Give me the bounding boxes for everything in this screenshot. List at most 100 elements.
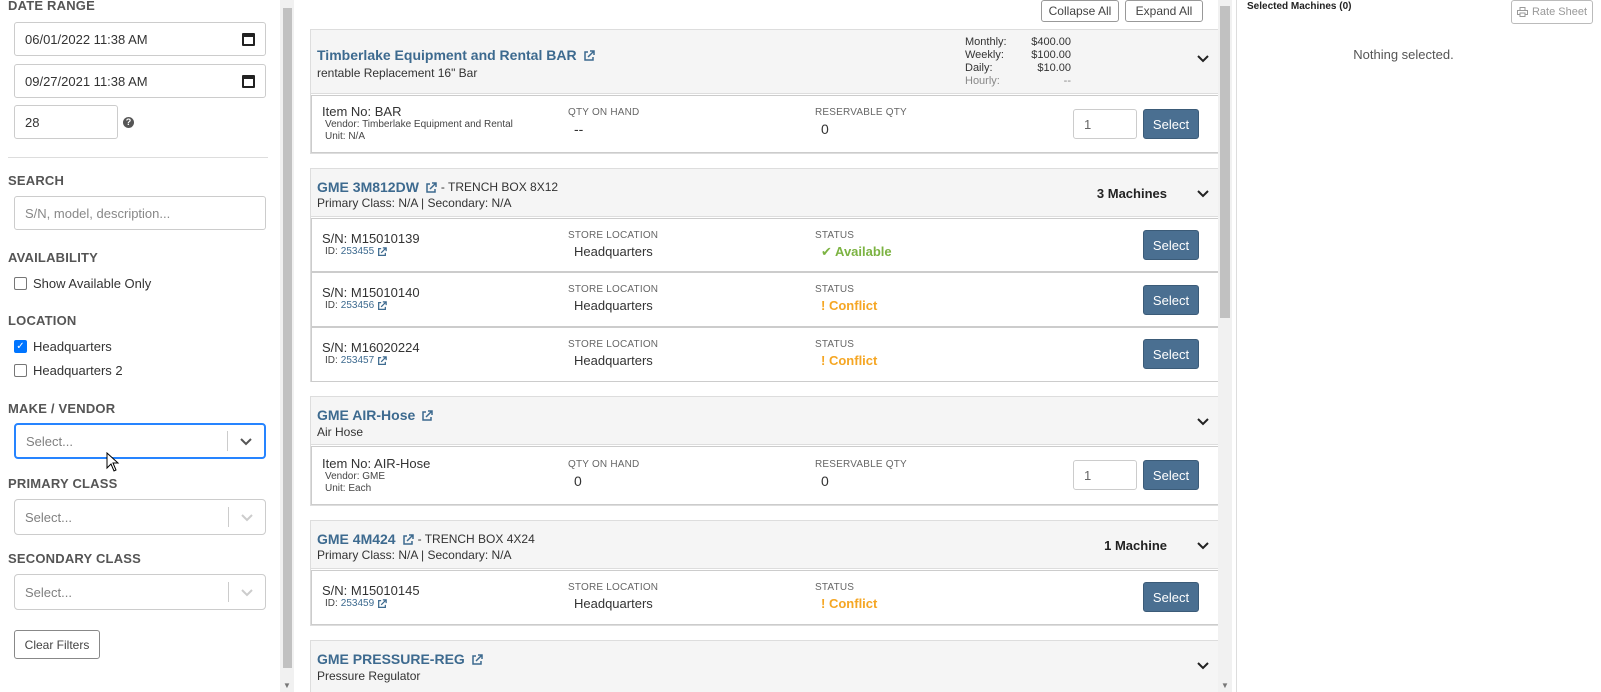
select-button[interactable]: Select xyxy=(1143,460,1199,490)
chevron-down-icon[interactable] xyxy=(1197,185,1209,201)
scrollbar-thumb[interactable] xyxy=(283,8,292,668)
status: STATUS ! Conflict xyxy=(815,582,877,611)
status-label: STATUS xyxy=(815,339,855,350)
external-link-icon[interactable] xyxy=(471,653,483,665)
store-location: STORE LOCATION Headquarters xyxy=(568,582,658,611)
quantity-input[interactable]: 1 xyxy=(1073,460,1137,490)
show-available-checkbox[interactable]: Show Available Only xyxy=(14,276,151,291)
rate-weekly: Weekly: $100.00 xyxy=(965,49,1071,61)
machine-id-link[interactable]: ID: 253457 xyxy=(325,355,420,366)
scroll-down-icon[interactable]: ▼ xyxy=(1221,681,1229,690)
search-title: SEARCH xyxy=(8,173,65,188)
chevron-down-icon[interactable] xyxy=(229,584,265,600)
selected-machines-title: Selected Machines (0) xyxy=(1247,1,1352,12)
card-header[interactable]: Timberlake Equipment and Rental BAR rent… xyxy=(311,30,1227,94)
card-title[interactable]: GME 3M812DW - TRENCH BOX 8X12 xyxy=(317,179,558,195)
chevron-down-icon[interactable] xyxy=(1197,657,1209,673)
serial-number: S/N: M15010140 xyxy=(322,285,420,300)
card-subtitle: rentable Replacement 16" Bar xyxy=(317,66,478,80)
select-button[interactable]: Select xyxy=(1143,109,1199,139)
select-button[interactable]: Select xyxy=(1143,339,1199,369)
end-date-value: 09/27/2021 11:38 AM xyxy=(25,73,148,89)
status: STATUS ! Conflict xyxy=(815,284,877,313)
end-date-input[interactable]: 09/27/2021 11:38 AM xyxy=(14,64,266,98)
help-icon[interactable]: ? xyxy=(123,117,134,128)
chevron-down-icon[interactable] xyxy=(1197,50,1209,66)
expand-all-button[interactable]: Expand All xyxy=(1125,0,1203,22)
checkbox-box[interactable] xyxy=(14,364,27,377)
card-title-text[interactable]: GME AIR-Hose xyxy=(317,407,415,423)
scroll-down-icon[interactable]: ▼ xyxy=(283,681,291,690)
card-title-text[interactable]: GME PRESSURE-REG xyxy=(317,651,465,667)
card-subtitle: Air Hose xyxy=(317,425,364,439)
location-checkbox-headquarters[interactable]: ✓ Headquarters xyxy=(14,339,112,354)
external-link-icon[interactable] xyxy=(377,598,387,609)
make-vendor-select[interactable]: Select... xyxy=(14,423,266,459)
collapse-all-button[interactable]: Collapse All xyxy=(1041,0,1119,22)
qty-on-hand-label: QTY ON HAND xyxy=(568,107,640,118)
card-title[interactable]: Timberlake Equipment and Rental BAR xyxy=(317,47,595,63)
external-link-icon[interactable] xyxy=(377,300,387,311)
item-vendor: Vendor: Timberlake Equipment and Rental xyxy=(325,119,513,130)
chevron-down-icon[interactable] xyxy=(1197,413,1209,429)
sidebar-scrollbar[interactable]: ▼ xyxy=(280,0,294,692)
days-input[interactable]: 28 xyxy=(14,105,118,139)
card-header[interactable]: GME AIR-Hose Air Hose xyxy=(311,397,1227,445)
checkbox-box[interactable] xyxy=(14,277,27,290)
start-date-input[interactable]: 06/01/2022 11:38 AM xyxy=(14,22,266,56)
card-title-text[interactable]: GME 4M424 xyxy=(317,531,396,547)
status: STATUS ✔ Available xyxy=(815,230,892,260)
chevron-down-icon[interactable] xyxy=(1197,537,1209,553)
external-link-icon[interactable] xyxy=(425,181,437,193)
list-item: Item No: BAR Vendor: Timberlake Equipmen… xyxy=(311,95,1227,153)
item-card-gme-air-hose: GME AIR-Hose Air Hose Item No: AIR-Hose … xyxy=(310,396,1228,506)
select-button[interactable]: Select xyxy=(1143,582,1199,612)
primary-class-select[interactable]: Select... xyxy=(14,499,266,535)
rate-daily: Daily: $10.00 xyxy=(965,62,1071,74)
item-unit: Unit: Each xyxy=(325,483,372,494)
chevron-down-icon[interactable] xyxy=(228,433,264,449)
machine-id-link[interactable]: ID: 253459 xyxy=(325,598,420,609)
status-badge: ! Conflict xyxy=(821,596,878,611)
rate-hourly: Hourly: -- xyxy=(965,75,1071,87)
exclamation-icon: ! xyxy=(821,298,826,313)
chevron-down-icon[interactable] xyxy=(229,509,265,525)
external-link-icon[interactable] xyxy=(402,533,414,545)
location-checkbox-headquarters-2[interactable]: Headquarters 2 xyxy=(14,363,123,378)
scrollbar-thumb[interactable] xyxy=(1220,6,1230,318)
card-header[interactable]: GME PRESSURE-REG Pressure Regulator xyxy=(311,641,1227,692)
machine-id-link[interactable]: ID: 253455 xyxy=(325,246,420,257)
external-link-icon[interactable] xyxy=(377,246,387,257)
serial-number: S/N: M15010145 xyxy=(322,583,420,598)
card-title-text[interactable]: GME 3M812DW xyxy=(317,179,419,195)
machine-id-link[interactable]: ID: 253456 xyxy=(325,300,420,311)
main-scrollbar[interactable]: ▼ xyxy=(1218,0,1232,692)
status: STATUS ! Conflict xyxy=(815,339,877,368)
item-card-gme-4m424: GME 4M424 - TRENCH BOX 4X24 Primary Clas… xyxy=(310,520,1228,626)
quantity-input[interactable]: 1 xyxy=(1073,109,1137,139)
secondary-class-select[interactable]: Select... xyxy=(14,574,266,610)
clear-filters-button[interactable]: Clear Filters xyxy=(14,630,100,659)
rate-sheet-button[interactable]: Rate Sheet xyxy=(1511,0,1593,24)
calendar-icon[interactable] xyxy=(242,32,255,46)
store-location-label: STORE LOCATION xyxy=(568,582,659,593)
qty-on-hand: QTY ON HAND 0 xyxy=(568,459,639,489)
check-icon[interactable]: ✓ xyxy=(14,340,27,353)
card-title[interactable]: GME 4M424 - TRENCH BOX 4X24 xyxy=(317,531,535,547)
store-location-label: STORE LOCATION xyxy=(568,339,659,350)
search-input[interactable]: S/N, model, description... xyxy=(14,196,266,230)
card-header[interactable]: GME 3M812DW - TRENCH BOX 8X12 Primary Cl… xyxy=(311,169,1227,217)
external-link-icon[interactable] xyxy=(583,49,595,61)
card-header[interactable]: GME 4M424 - TRENCH BOX 4X24 Primary Clas… xyxy=(311,521,1227,569)
select-button[interactable]: Select xyxy=(1143,285,1199,315)
card-title[interactable]: GME AIR-Hose xyxy=(317,407,434,423)
status-label: STATUS xyxy=(815,284,855,295)
machine-info: S/N: M16020224 ID: 253457 xyxy=(322,340,420,366)
card-title-text[interactable]: Timberlake Equipment and Rental BAR xyxy=(317,47,577,63)
calendar-icon[interactable] xyxy=(242,74,255,88)
external-link-icon[interactable] xyxy=(421,409,434,421)
machine-count: 1 Machine xyxy=(1104,538,1167,553)
external-link-icon[interactable] xyxy=(377,355,387,366)
select-button[interactable]: Select xyxy=(1143,230,1199,260)
card-title[interactable]: GME PRESSURE-REG xyxy=(317,651,483,667)
